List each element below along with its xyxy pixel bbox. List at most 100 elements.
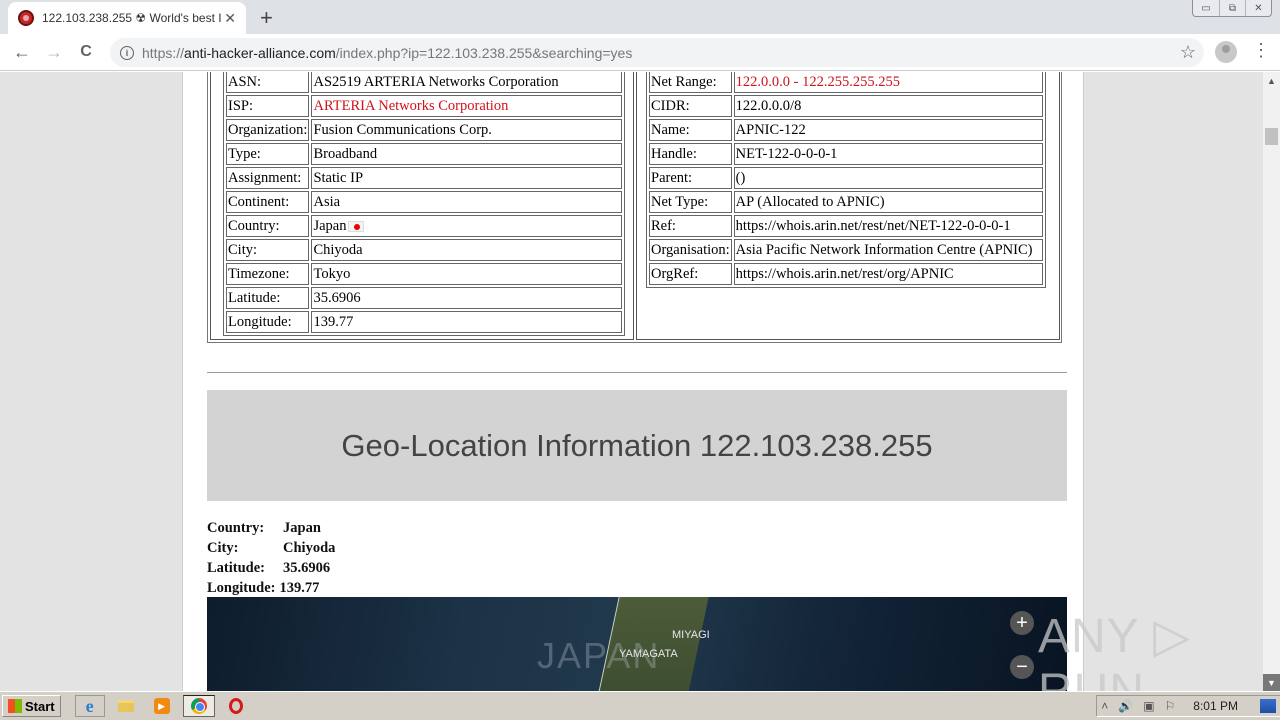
field-value: AP (Allocated to APNIC) — [733, 191, 1043, 213]
field-value: Broadband — [311, 143, 622, 165]
tab-title: 122.103.238.255 ☢ World's best IP — [42, 11, 222, 25]
action-center-flag-icon[interactable]: ⚐ — [1165, 699, 1176, 713]
reload-button[interactable]: C — [74, 40, 98, 64]
start-button[interactable]: Start — [2, 695, 61, 717]
browser-tab[interactable]: 122.103.238.255 ☢ World's best IP ✕ — [8, 2, 246, 34]
windows-logo-icon — [8, 699, 22, 713]
field-label: Handle: — [649, 143, 732, 165]
field-label: CIDR: — [649, 95, 732, 117]
address-bar[interactable]: i https://anti-hacker-alliance.com/index… — [110, 38, 1204, 67]
taskbar-ie[interactable]: e — [74, 695, 105, 717]
window-close-button[interactable]: ✕ — [1245, 0, 1271, 16]
field-value-text: 35.6906 — [313, 289, 361, 306]
field-value: 122.0.0.0 - 122.255.255.255 — [733, 72, 1043, 93]
browser-menu-icon[interactable]: ⋮ — [1252, 40, 1270, 61]
taskbar-chrome[interactable] — [182, 695, 215, 717]
field-value-text: https://whois.arin.net/rest/net/NET-122-… — [735, 217, 1011, 234]
taskbar-opera[interactable] — [221, 695, 251, 717]
tab-bar: 122.103.238.255 ☢ World's best IP ✕ + ▭ … — [0, 0, 1280, 34]
section-divider — [207, 372, 1067, 373]
page-scrollbar[interactable]: ▲ ▼ — [1263, 72, 1280, 691]
window-controls: ▭ ⧉ ✕ — [1192, 0, 1272, 17]
field-label: Parent: — [649, 167, 732, 189]
internet-explorer-icon: e — [85, 695, 94, 716]
ip-info-row: ISP: ARTERIA Networks Corporation — [226, 95, 622, 117]
ip-info-row: Continent: Asia — [226, 191, 622, 213]
restore-button[interactable]: ⧉ — [1219, 0, 1245, 16]
field-label: OrgRef: — [649, 263, 732, 285]
ip-info-row: Organization: Fusion Communications Corp. — [226, 119, 622, 141]
chrome-icon — [190, 698, 207, 714]
whois-row: Ref: https://whois.arin.net/rest/net/NET-… — [649, 215, 1043, 237]
field-value-text: Tokyo — [313, 265, 351, 282]
scroll-up-arrow-icon[interactable]: ▲ — [1263, 72, 1280, 89]
url-prefix: https:// — [142, 44, 185, 61]
taskbar-clock[interactable]: 8:01 PM — [1193, 699, 1238, 713]
url-text[interactable]: https://anti-hacker-alliance.com/index.p… — [142, 45, 632, 61]
geo-value: Chiyoda — [283, 540, 336, 556]
show-hidden-icons-icon[interactable]: ˄ — [1101, 699, 1108, 713]
field-value-text: Broadband — [313, 145, 378, 162]
forward-button[interactable]: → — [42, 40, 66, 64]
field-label: Net Type: — [649, 191, 732, 213]
field-label: Longitude: — [226, 311, 310, 333]
new-tab-button[interactable]: + — [260, 5, 273, 31]
field-value-text: NET-122-0-0-0-1 — [735, 145, 838, 162]
whois-row: Name: APNIC-122 — [649, 119, 1043, 141]
ip-details-container: ASN: AS2519 ARTERIA Networks Corporation I… — [207, 72, 1062, 343]
bookmark-star-icon[interactable]: ☆ — [1180, 42, 1196, 63]
show-desktop-button[interactable] — [1260, 699, 1276, 713]
map-zoom-out-button[interactable]: − — [1010, 655, 1034, 679]
scroll-thumb[interactable] — [1265, 128, 1278, 145]
field-label: Net Range: — [649, 72, 732, 93]
geo-key: Country: — [207, 520, 265, 536]
geo-row-country: Country: Japan — [207, 518, 335, 538]
ip-info-row: Assignment: Static IP — [226, 167, 622, 189]
ip-info-row: City: Chiyoda — [226, 239, 622, 261]
field-label: Organisation: — [649, 239, 732, 261]
map-zoom-in-button[interactable]: + — [1010, 611, 1034, 635]
field-value-text: Fusion Communications Corp. — [313, 121, 492, 138]
field-value: () — [733, 167, 1043, 189]
whois-row: Handle: NET-122-0-0-0-1 — [649, 143, 1043, 165]
field-label: Type: — [226, 143, 310, 165]
field-label: ISP: — [226, 95, 310, 117]
map-label-miyagi: MIYAGI — [672, 629, 710, 641]
page-viewport: ASN: AS2519 ARTERIA Networks Corporation I… — [0, 72, 1263, 691]
tab-close-icon[interactable]: ✕ — [224, 10, 236, 27]
field-value: Tokyo — [311, 263, 622, 285]
network-icon[interactable]: ▣ — [1143, 699, 1154, 713]
field-value-text: AP (Allocated to APNIC) — [735, 193, 885, 210]
profile-avatar[interactable] — [1215, 41, 1237, 63]
field-label: City: — [226, 239, 310, 261]
taskbar-media-player[interactable]: ▶ — [147, 695, 177, 717]
field-label: ASN: — [226, 72, 310, 93]
site-info-icon[interactable]: i — [120, 45, 134, 60]
field-value: Fusion Communications Corp. — [311, 119, 622, 141]
field-label: Continent: — [226, 191, 310, 213]
media-player-icon: ▶ — [153, 698, 170, 714]
scroll-down-arrow-icon[interactable]: ▼ — [1263, 674, 1280, 691]
field-value: Asia Pacific Network Information Centre … — [733, 239, 1043, 261]
field-value-text: 122.0.0.0 - 122.255.255.255 — [735, 73, 901, 90]
taskbar-explorer[interactable] — [111, 695, 141, 717]
ip-info-row: Timezone: Tokyo — [226, 263, 622, 285]
start-label: Start — [25, 698, 55, 714]
satellite-map[interactable]: JAPAN MIYAGI YAMAGATA + − — [207, 597, 1067, 691]
field-value: APNIC-122 — [733, 119, 1043, 141]
browser-toolbar: ← → C i https://anti-hacker-alliance.com… — [0, 34, 1280, 71]
ip-info-row: Longitude: 139.77 — [226, 311, 622, 333]
field-label: Latitude: — [226, 287, 310, 309]
system-tray: ˄ 🔊 ▣ ⚐ 8:01 PM — [1096, 695, 1280, 717]
back-button[interactable]: ← — [10, 40, 34, 64]
volume-icon[interactable]: 🔊 — [1118, 699, 1133, 713]
field-value-text: 122.0.0.0/8 — [735, 97, 802, 114]
minimize-button[interactable]: ▭ — [1193, 0, 1219, 16]
geo-key: Latitude: — [207, 560, 265, 576]
field-label: Country: — [226, 215, 310, 237]
url-path: /index.php?ip=122.103.238.255&searching=… — [335, 44, 633, 61]
geo-key: City: — [207, 540, 239, 556]
field-value-text: AS2519 ARTERIA Networks Corporation — [313, 73, 559, 90]
field-label: Name: — [649, 119, 732, 141]
field-value: 122.0.0.0/8 — [733, 95, 1043, 117]
